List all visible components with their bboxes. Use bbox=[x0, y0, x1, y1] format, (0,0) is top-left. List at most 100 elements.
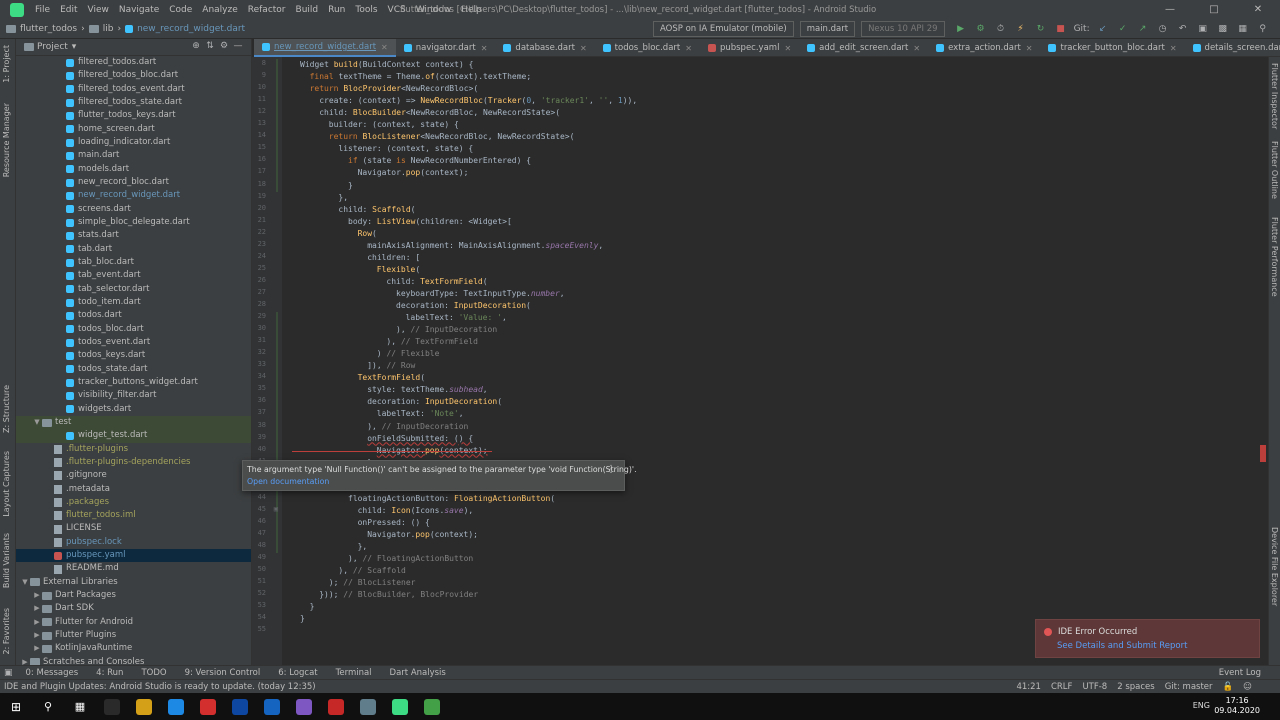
code-line[interactable]: create: (context) => NewRecordBloc(Track… bbox=[282, 95, 637, 107]
tree-item[interactable]: tab_event.dart bbox=[16, 269, 251, 282]
tool-build-variants[interactable]: Build Variants bbox=[2, 533, 11, 588]
tree-item[interactable]: ▼ External Libraries bbox=[16, 576, 251, 589]
tree-item[interactable]: pubspec.yaml bbox=[16, 549, 251, 563]
code-line[interactable]: } bbox=[282, 613, 305, 625]
git-commit-icon[interactable]: ✓ bbox=[1116, 22, 1130, 36]
tree-item[interactable]: main.dart bbox=[16, 149, 251, 162]
breadcrumb-file[interactable]: new_record_widget.dart bbox=[137, 24, 245, 34]
menu-edit[interactable]: Edit bbox=[55, 5, 82, 15]
editor-tab[interactable]: details_screen.dart✕ bbox=[1185, 39, 1280, 57]
tree-item[interactable]: tab_bloc.dart bbox=[16, 256, 251, 269]
tree-item[interactable]: new_record_bloc.dart bbox=[16, 176, 251, 189]
hide-icon[interactable]: — bbox=[231, 41, 245, 51]
avd-manager-icon[interactable]: ▩ bbox=[1216, 22, 1230, 36]
tree-item[interactable]: stats.dart bbox=[16, 229, 251, 242]
taskbar-app-icon[interactable] bbox=[384, 693, 416, 720]
start-icon[interactable]: ⊞ bbox=[0, 693, 32, 720]
vcs-change-marker[interactable] bbox=[276, 59, 278, 192]
hot-restart-icon[interactable]: ↻ bbox=[1034, 22, 1048, 36]
tree-item[interactable]: .packages bbox=[16, 496, 251, 509]
tree-item[interactable]: README.md bbox=[16, 562, 251, 575]
editor-tab[interactable]: tracker_button_bloc.dart ✕ bbox=[1040, 39, 1184, 57]
run-config-selector[interactable]: main.dart bbox=[799, 21, 856, 37]
status-message[interactable]: IDE and Plugin Updates: Android Studio i… bbox=[0, 682, 316, 692]
editor-tab[interactable]: pubspec.yaml ✕ bbox=[700, 39, 799, 57]
chevron-right-icon[interactable]: ▶ bbox=[32, 602, 42, 615]
code-line[interactable]: ), // Scaffold bbox=[282, 565, 405, 577]
toggle-tool-windows-icon[interactable]: ▣ bbox=[0, 668, 17, 678]
close-tab-icon[interactable]: ✕ bbox=[685, 44, 692, 53]
tree-item[interactable]: LICENSE bbox=[16, 522, 251, 535]
git-push-icon[interactable]: ↗ bbox=[1136, 22, 1150, 36]
tree-item[interactable]: .gitignore bbox=[16, 469, 251, 482]
caret-position[interactable]: 41:21 bbox=[1016, 682, 1041, 692]
code-line[interactable]: style: textTheme.subhead, bbox=[282, 384, 487, 396]
error-scroll-marker[interactable] bbox=[1260, 445, 1266, 462]
code-line[interactable]: mainAxisAlignment: MainAxisAlignment.spa… bbox=[282, 240, 603, 252]
code-line[interactable]: return BlocListener<NewRecordBloc, NewRe… bbox=[282, 131, 575, 143]
tree-item[interactable]: ▼ test bbox=[16, 415, 251, 430]
tree-item[interactable]: tab.dart bbox=[16, 243, 251, 256]
code-line[interactable]: }, bbox=[282, 192, 348, 204]
debug-icon[interactable]: ⚙ bbox=[974, 22, 988, 36]
hot-reload-icon[interactable]: ⚡ bbox=[1014, 22, 1028, 36]
tree-item[interactable]: ▶ Dart SDK bbox=[16, 602, 251, 615]
indent-setting[interactable]: 2 spaces bbox=[1117, 682, 1154, 692]
code-line[interactable]: children: [ bbox=[282, 252, 420, 264]
editor-tab[interactable]: navigator.dart ✕ bbox=[396, 39, 496, 57]
tree-item[interactable]: filtered_todos_state.dart bbox=[16, 96, 251, 109]
tree-item[interactable]: todos.dart bbox=[16, 309, 251, 322]
tree-item[interactable]: new_record_widget.dart bbox=[16, 189, 251, 202]
code-line[interactable]: ), // FloatingActionButton bbox=[282, 553, 473, 565]
profile-icon[interactable]: ⏱ bbox=[994, 22, 1008, 36]
run-icon[interactable]: ▶ bbox=[954, 22, 968, 36]
code-line[interactable]: ), // InputDecoration bbox=[282, 421, 468, 433]
breadcrumb-project[interactable]: flutter_todos bbox=[20, 24, 77, 34]
editor-tab[interactable]: new_record_widget.dart ✕ bbox=[254, 39, 396, 57]
tool-structure[interactable]: Z: Structure bbox=[2, 385, 11, 433]
tree-item[interactable]: flutter_todos_keys.dart bbox=[16, 109, 251, 122]
taskbar-clock[interactable]: 17:16 09.04.2020 bbox=[1214, 696, 1260, 716]
chevron-down-icon[interactable]: ▼ bbox=[20, 576, 30, 589]
code-line[interactable]: ) // Flexible bbox=[282, 348, 440, 360]
tree-item[interactable]: visibility_filter.dart bbox=[16, 389, 251, 402]
device-icon[interactable]: ▦ bbox=[1236, 22, 1250, 36]
tool-layout-captures[interactable]: Layout Captures bbox=[2, 451, 11, 517]
locate-icon[interactable]: ⊕ bbox=[189, 41, 203, 51]
avd-selector[interactable]: Nexus 10 API 29 bbox=[861, 21, 945, 37]
menu-navigate[interactable]: Navigate bbox=[114, 5, 164, 15]
collapse-all-icon[interactable]: ⇅ bbox=[203, 41, 217, 51]
taskbar-app-icon[interactable] bbox=[160, 693, 192, 720]
code-line[interactable]: child: Scaffold( bbox=[282, 204, 415, 216]
code-line[interactable]: }, bbox=[282, 541, 368, 553]
code-line[interactable] bbox=[282, 625, 300, 637]
menu-file[interactable]: File bbox=[30, 5, 55, 15]
menu-analyze[interactable]: Analyze bbox=[197, 5, 242, 15]
chevron-down-icon[interactable]: ▾ bbox=[72, 42, 77, 52]
tool-run[interactable]: 4: Run bbox=[87, 668, 132, 678]
code-line[interactable]: child: TextFormField( bbox=[282, 276, 487, 288]
tree-item[interactable]: todos_bloc.dart bbox=[16, 323, 251, 336]
code-line[interactable]: Navigator.pop(context); bbox=[282, 167, 469, 179]
code-line[interactable]: ), // TextFormField bbox=[282, 336, 478, 348]
menu-tools[interactable]: Tools bbox=[350, 5, 382, 15]
tree-item[interactable]: flutter_todos.iml bbox=[16, 509, 251, 522]
chevron-right-icon[interactable]: ▶ bbox=[32, 629, 42, 642]
git-update-icon[interactable]: ↙ bbox=[1096, 22, 1110, 36]
stop-icon[interactable]: ■ bbox=[1054, 22, 1068, 36]
search-icon[interactable]: ⚲ bbox=[1256, 22, 1270, 36]
chevron-right-icon[interactable]: ▶ bbox=[20, 656, 30, 665]
tree-item[interactable]: widgets.dart bbox=[16, 403, 251, 416]
code-line[interactable]: child: Icon(Icons.save), bbox=[282, 505, 474, 517]
tree-item[interactable]: todos_keys.dart bbox=[16, 349, 251, 362]
editor-tab[interactable]: extra_action.dart ✕ bbox=[928, 39, 1040, 57]
gear-icon[interactable]: ⚙ bbox=[217, 41, 231, 51]
tool-project[interactable]: 1: Project bbox=[2, 45, 11, 83]
tree-item[interactable]: filtered_todos_event.dart bbox=[16, 83, 251, 96]
code-line[interactable]: ); // BlocListener bbox=[282, 577, 416, 589]
search-icon[interactable]: ⚲ bbox=[32, 693, 64, 720]
menu-view[interactable]: View bbox=[83, 5, 114, 15]
maximize-icon[interactable]: □ bbox=[1192, 0, 1236, 20]
code-line[interactable]: onFieldSubmitted: () { bbox=[282, 433, 473, 445]
close-tab-icon[interactable]: ✕ bbox=[580, 44, 587, 53]
